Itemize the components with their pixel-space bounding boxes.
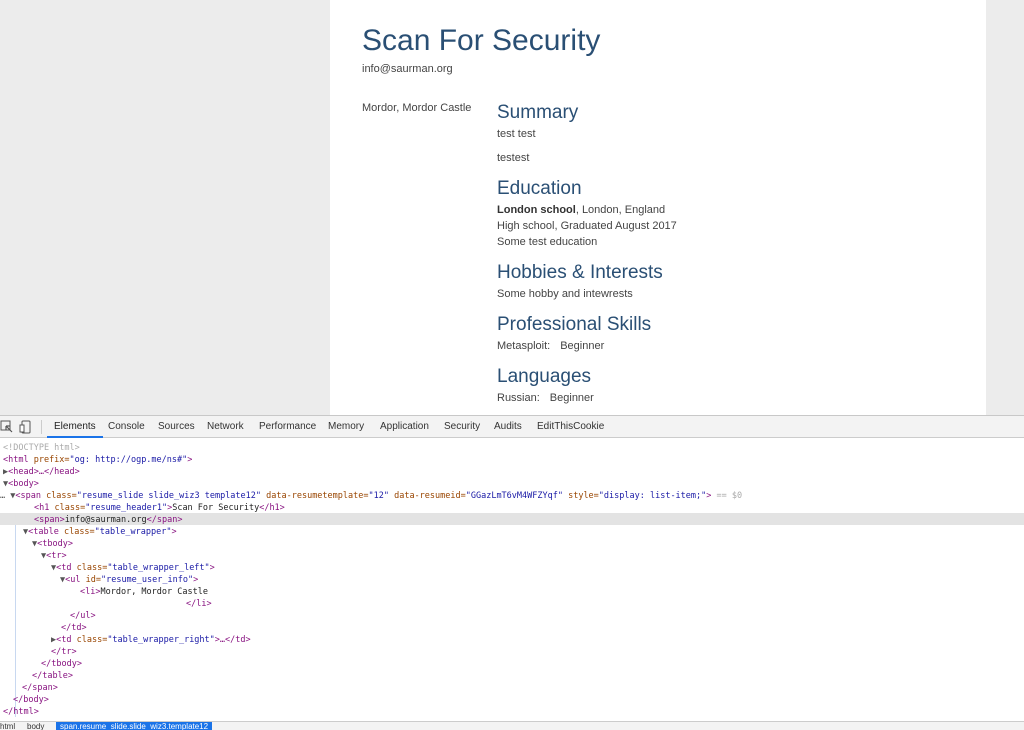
resume-name: Scan For Security: [362, 24, 601, 57]
dom-line-td-left[interactable]: ▼<td class="table_wrapper_left">: [51, 562, 215, 574]
language-name: Russian:: [497, 392, 540, 404]
dom-line-ul-close[interactable]: </ul>: [70, 610, 96, 622]
tab-sources[interactable]: Sources: [158, 416, 195, 438]
resume-right-column: Summary test test testest Education Lond…: [497, 98, 957, 415]
dom-line-td-close[interactable]: </td>: [61, 622, 87, 634]
tab-audits[interactable]: Audits: [494, 416, 522, 438]
dom-line-body-close[interactable]: </body>: [13, 694, 49, 706]
breadcrumb-span-selected[interactable]: span.resume_slide.slide_wiz3.template12: [56, 722, 213, 730]
inspect-element-icon[interactable]: [0, 419, 14, 433]
dom-line-body[interactable]: ▼<body>: [3, 478, 39, 490]
resume-email: info@saurman.org: [362, 63, 453, 75]
skill-name: Metasploit:: [497, 340, 551, 352]
dom-line-tbody[interactable]: ▼<tbody>: [32, 538, 73, 550]
tab-memory[interactable]: Memory: [328, 416, 364, 438]
tab-elements[interactable]: Elements: [47, 416, 103, 438]
dom-line-tbody-close[interactable]: </tbody>: [41, 658, 82, 670]
breadcrumb-html[interactable]: html: [0, 722, 15, 730]
tab-application[interactable]: Application: [380, 416, 429, 438]
skills-heading: Professional Skills: [497, 314, 652, 335]
devtools-toolbar: Elements Console Sources Network Perform…: [0, 416, 1024, 438]
education-heading: Education: [497, 178, 582, 199]
dom-line-tr-close[interactable]: </tr>: [51, 646, 77, 658]
device-toolbar-icon[interactable]: [19, 419, 33, 434]
skills-section: Professional Skills Metasploit: Beginner: [497, 312, 957, 354]
resume-paper: Scan For Security info@saurman.org Mordo…: [330, 0, 986, 415]
tab-security[interactable]: Security: [444, 416, 480, 438]
skill-level: Beginner: [560, 340, 605, 352]
dom-line-td-right[interactable]: ▶<td class="table_wrapper_right">…</td>: [51, 634, 251, 646]
dom-line-li-close[interactable]: </li>: [186, 598, 212, 610]
dom-line-tr[interactable]: ▼<tr>: [41, 550, 67, 562]
dom-line-inner-span[interactable]: <span>info@saurman.org</span>: [34, 514, 182, 526]
tab-network[interactable]: Network: [207, 416, 244, 438]
summary-line: testest: [497, 152, 530, 164]
summary-section: Summary test test testest: [497, 100, 957, 166]
dom-line-head[interactable]: ▶<head>…</head>: [3, 466, 80, 478]
language-row: Russian: Beginner: [497, 390, 957, 406]
dom-line-doctype[interactable]: <!DOCTYPE html>: [3, 442, 80, 454]
resume-location: Mordor, Mordor Castle: [362, 102, 472, 114]
school-name: London school: [497, 204, 576, 216]
breadcrumb-body[interactable]: body: [27, 722, 44, 730]
education-degree-line: High school, Graduated August 2017: [497, 220, 677, 232]
dom-line-li[interactable]: <li>Mordor, Mordor Castle: [80, 586, 208, 598]
dom-tree: <!DOCTYPE html> <html prefix="og: http:/…: [0, 439, 1024, 721]
tab-editthiscookie[interactable]: EditThisCookie: [537, 416, 604, 438]
summary-heading: Summary: [497, 102, 579, 123]
school-location: , London, England: [575, 204, 666, 216]
page-viewport: Scan For Security info@saurman.org Mordo…: [0, 0, 1024, 415]
dom-line-table[interactable]: ▼<table class="table_wrapper">: [23, 526, 177, 538]
skill-row: Metasploit: Beginner: [497, 338, 957, 354]
education-section: Education London school, London, England…: [497, 176, 957, 250]
tab-performance[interactable]: Performance: [259, 416, 316, 438]
dom-line-html-close[interactable]: </html>: [3, 706, 39, 718]
languages-heading: Languages: [497, 366, 592, 387]
breadcrumb: html body span.resume_slide.slide_wiz3.t…: [0, 721, 1024, 730]
summary-line: test test: [497, 128, 536, 140]
hobbies-heading: Hobbies & Interests: [497, 262, 663, 283]
dom-line-ul[interactable]: ▼<ul id="resume_user_info">: [60, 574, 198, 586]
devtools-panel: Elements Console Sources Network Perform…: [0, 415, 1024, 730]
tab-console[interactable]: Console: [108, 416, 145, 438]
language-level: Beginner: [549, 392, 594, 404]
education-school-line: London school, London, England: [497, 202, 957, 218]
dom-line-h1[interactable]: <h1 class="resume_header1">Scan For Secu…: [34, 502, 285, 514]
education-description: Some test education: [497, 236, 598, 248]
hobbies-text: Some hobby and intewrests: [497, 288, 633, 300]
dom-line-span-selected[interactable]: … ▼<span class="resume_slide slide_wiz3 …: [0, 490, 742, 502]
dom-line-span-close[interactable]: </span>: [22, 682, 58, 694]
hobbies-section: Hobbies & Interests Some hobby and intew…: [497, 260, 957, 302]
languages-section: Languages Russian: Beginner: [497, 364, 957, 406]
dom-line-table-close[interactable]: </table>: [32, 670, 73, 682]
dom-line-html[interactable]: <html prefix="og: http://ogp.me/ns#">: [3, 454, 192, 466]
